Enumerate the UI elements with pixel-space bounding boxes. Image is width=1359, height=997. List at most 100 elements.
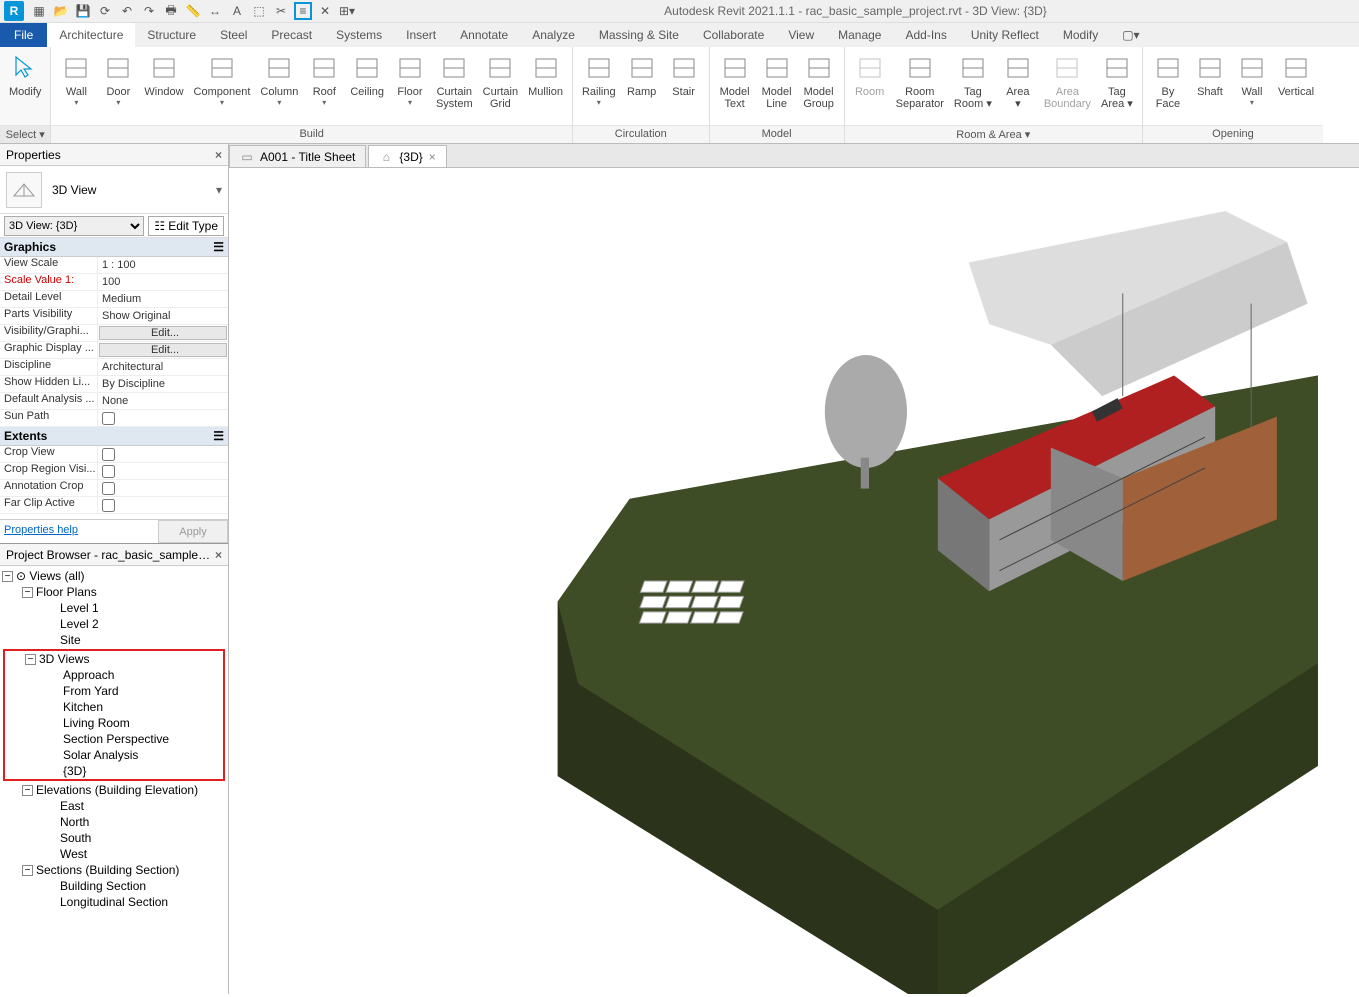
prop-sun-path[interactable]: Sun Path bbox=[0, 410, 228, 427]
roomarea-tag-area--button[interactable]: TagArea ▾ bbox=[1096, 50, 1138, 112]
type-selector[interactable]: 3D View ▾ bbox=[0, 166, 228, 214]
checkbox[interactable] bbox=[102, 412, 115, 425]
prop-crop-view[interactable]: Crop View bbox=[0, 446, 228, 463]
roomarea-room-separator-button[interactable]: RoomSeparator bbox=[891, 50, 949, 112]
build-wall-button[interactable]: Wall▾ bbox=[55, 50, 97, 109]
prop-annotation-crop[interactable]: Annotation Crop bbox=[0, 480, 228, 497]
tree-elevations[interactable]: −Elevations (Building Elevation) bbox=[2, 782, 226, 798]
tree-3d-living-room[interactable]: Living Room bbox=[5, 715, 223, 731]
build-curtain-grid-button[interactable]: CurtainGrid bbox=[478, 50, 523, 112]
opening-shaft-button[interactable]: Shaft bbox=[1189, 50, 1231, 100]
tab-architecture[interactable]: Architecture bbox=[47, 23, 135, 47]
section-graphics[interactable]: Graphics☰ bbox=[0, 238, 228, 257]
3d-canvas[interactable] bbox=[229, 168, 1359, 994]
select-group-label[interactable]: Select ▾ bbox=[0, 125, 50, 143]
tab-systems[interactable]: Systems bbox=[324, 23, 394, 47]
prop-graphic-display-[interactable]: Graphic Display ...Edit... bbox=[0, 342, 228, 359]
modify-button[interactable]: Modify bbox=[4, 50, 46, 100]
tab-steel[interactable]: Steel bbox=[208, 23, 259, 47]
qat-measure-icon[interactable]: 📏 bbox=[184, 2, 202, 20]
tab-manage[interactable]: Manage bbox=[826, 23, 893, 47]
checkbox[interactable] bbox=[102, 465, 115, 478]
prop-far-clip-active[interactable]: Far Clip Active bbox=[0, 497, 228, 514]
properties-close-icon[interactable]: × bbox=[215, 148, 222, 162]
tree-fp-site[interactable]: Site bbox=[2, 632, 226, 648]
tree-3d-kitchen[interactable]: Kitchen bbox=[5, 699, 223, 715]
prop-visibility-graphi-[interactable]: Visibility/Graphi...Edit... bbox=[0, 325, 228, 342]
checkbox[interactable] bbox=[102, 448, 115, 461]
tree-3d-from-yard[interactable]: From Yard bbox=[5, 683, 223, 699]
tree-elev-east[interactable]: East bbox=[2, 798, 226, 814]
tree-floor-plans[interactable]: −Floor Plans bbox=[2, 584, 226, 600]
prop-crop-region-visi-[interactable]: Crop Region Visi... bbox=[0, 463, 228, 480]
roomarea-tag-room--button[interactable]: TagRoom ▾ bbox=[949, 50, 997, 112]
build-window-button[interactable]: Window bbox=[139, 50, 188, 100]
properties-grid[interactable]: Graphics☰View Scale1 : 100Scale Value 1:… bbox=[0, 238, 228, 519]
tab-annotate[interactable]: Annotate bbox=[448, 23, 520, 47]
opening-wall-button[interactable]: Wall▾ bbox=[1231, 50, 1273, 109]
build-ceiling-button[interactable]: Ceiling bbox=[345, 50, 389, 100]
tree-3d--3d-[interactable]: {3D} bbox=[5, 763, 223, 779]
tab-addins[interactable]: Add-Ins bbox=[893, 23, 958, 47]
build-roof-button[interactable]: Roof▾ bbox=[303, 50, 345, 109]
prop-view-scale[interactable]: View Scale1 : 100 bbox=[0, 257, 228, 274]
tab-close-icon[interactable]: × bbox=[429, 150, 436, 164]
qat-3d-icon[interactable]: ⬚ bbox=[250, 2, 268, 20]
section-extents[interactable]: Extents☰ bbox=[0, 427, 228, 446]
opening-vertical-button[interactable]: Vertical bbox=[1273, 50, 1319, 100]
view-tab-3d[interactable]: ⌂ {3D} × bbox=[368, 145, 446, 167]
tab-structure[interactable]: Structure bbox=[135, 23, 208, 47]
qat-print-icon[interactable]: 🖶 bbox=[162, 2, 180, 20]
qat-undo-icon[interactable]: ↶ bbox=[118, 2, 136, 20]
tab-expand-icon[interactable]: ▢▾ bbox=[1110, 23, 1151, 47]
apply-button[interactable]: Apply bbox=[158, 520, 228, 543]
model-model-line-button[interactable]: ModelLine bbox=[756, 50, 798, 112]
tree-3d-solar-analysis[interactable]: Solar Analysis bbox=[5, 747, 223, 763]
model-model-group-button[interactable]: ModelGroup bbox=[798, 50, 840, 112]
roomarea-area--button[interactable]: Area▾ bbox=[997, 50, 1039, 112]
circulation-stair-button[interactable]: Stair bbox=[663, 50, 705, 100]
model-model-text-button[interactable]: ModelText bbox=[714, 50, 756, 112]
qat-redo-icon[interactable]: ↷ bbox=[140, 2, 158, 20]
prop-parts-visibility[interactable]: Parts VisibilityShow Original bbox=[0, 308, 228, 325]
opening-by-face-button[interactable]: ByFace bbox=[1147, 50, 1189, 112]
tab-precast[interactable]: Precast bbox=[259, 23, 324, 47]
qat-save-icon[interactable]: 💾 bbox=[74, 2, 92, 20]
checkbox[interactable] bbox=[102, 499, 115, 512]
build-door-button[interactable]: Door▾ bbox=[97, 50, 139, 109]
qat-close-icon[interactable]: ✕ bbox=[316, 2, 334, 20]
properties-help-link[interactable]: Properties help bbox=[0, 520, 158, 543]
build-mullion-button[interactable]: Mullion bbox=[523, 50, 568, 100]
tree-elev-west[interactable]: West bbox=[2, 846, 226, 862]
checkbox[interactable] bbox=[102, 482, 115, 495]
build-curtain-system-button[interactable]: CurtainSystem bbox=[431, 50, 478, 112]
tree-elev-south[interactable]: South bbox=[2, 830, 226, 846]
tree-fp-level-1[interactable]: Level 1 bbox=[2, 600, 226, 616]
prop-default-analysis-[interactable]: Default Analysis ...None bbox=[0, 393, 228, 410]
qat-text-icon[interactable]: A bbox=[228, 2, 246, 20]
tree-sec-building-section[interactable]: Building Section bbox=[2, 878, 226, 894]
tab-collaborate[interactable]: Collaborate bbox=[691, 23, 776, 47]
file-tab[interactable]: File bbox=[0, 23, 47, 47]
build-component-button[interactable]: Component▾ bbox=[189, 50, 256, 109]
build-column-button[interactable]: Column▾ bbox=[255, 50, 303, 109]
edit-type-button[interactable]: ☷ Edit Type bbox=[148, 216, 224, 236]
tree-3d-approach[interactable]: Approach bbox=[5, 667, 223, 683]
qat-sync-icon[interactable]: ⟳ bbox=[96, 2, 114, 20]
project-tree[interactable]: −⊙ Views (all)−Floor PlansLevel 1Level 2… bbox=[0, 566, 228, 994]
circulation-railing-button[interactable]: Railing▾ bbox=[577, 50, 621, 109]
tree-elev-north[interactable]: North bbox=[2, 814, 226, 830]
qat-open-icon[interactable]: 📂 bbox=[52, 2, 70, 20]
instance-select[interactable]: 3D View: {3D} bbox=[4, 216, 144, 236]
prop-discipline[interactable]: DisciplineArchitectural bbox=[0, 359, 228, 376]
revit-app-icon[interactable]: R bbox=[4, 1, 24, 21]
qat-thin-icon[interactable]: ≡ bbox=[294, 2, 312, 20]
prop-show-hidden-li-[interactable]: Show Hidden Li...By Discipline bbox=[0, 376, 228, 393]
build-floor-button[interactable]: Floor▾ bbox=[389, 50, 431, 109]
tab-analyze[interactable]: Analyze bbox=[520, 23, 587, 47]
circulation-ramp-button[interactable]: Ramp bbox=[621, 50, 663, 100]
tab-massing[interactable]: Massing & Site bbox=[587, 23, 691, 47]
tree-views-all[interactable]: −⊙ Views (all) bbox=[2, 568, 226, 584]
tree-3d-section-perspective[interactable]: Section Perspective bbox=[5, 731, 223, 747]
browser-close-icon[interactable]: × bbox=[215, 548, 222, 562]
